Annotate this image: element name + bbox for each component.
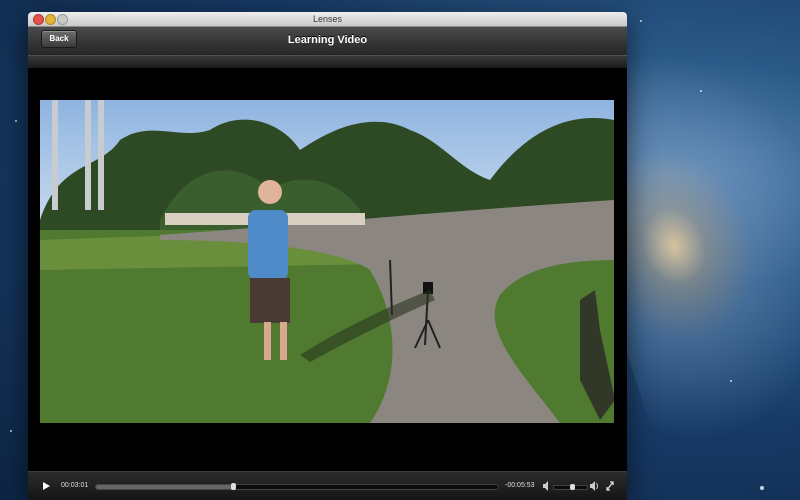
volume-slider-handle[interactable] — [570, 484, 576, 490]
minimize-window-button[interactable] — [45, 14, 56, 25]
app-window: Lenses Back Learning Video 00:03:01 -00:… — [28, 12, 627, 500]
star — [760, 486, 764, 490]
volume-low-icon — [543, 481, 548, 491]
fullscreen-icon — [606, 481, 614, 491]
seek-bar-progress — [96, 485, 233, 489]
video-still-image — [40, 100, 614, 423]
play-icon — [43, 482, 50, 490]
seek-bar[interactable] — [95, 483, 499, 490]
play-button[interactable] — [40, 472, 52, 500]
title-bar: Lenses — [28, 12, 627, 27]
volume-high-icon — [590, 481, 598, 491]
star — [700, 90, 702, 92]
star — [730, 380, 732, 382]
volume-high-button[interactable] — [590, 472, 600, 500]
elapsed-time: 00:03:01 — [61, 482, 89, 489]
close-window-button[interactable] — [33, 14, 44, 25]
volume-low-button[interactable] — [542, 472, 550, 500]
volume-slider[interactable] — [553, 484, 588, 490]
navigation-bar: Back Learning Video — [28, 27, 627, 56]
star — [10, 430, 12, 432]
star — [640, 20, 642, 22]
zoom-window-button[interactable] — [57, 14, 68, 25]
fullscreen-button[interactable] — [605, 472, 615, 500]
player-controls: 00:03:01 -00:05:53 — [28, 471, 627, 500]
video-frame[interactable] — [40, 100, 614, 423]
window-title: Lenses — [312, 14, 343, 24]
page-title: Learning Video — [287, 34, 368, 46]
remaining-time: -00:05:53 — [505, 482, 535, 489]
video-player[interactable] — [28, 68, 627, 472]
seek-bar-handle[interactable] — [230, 483, 236, 490]
star — [15, 120, 17, 122]
